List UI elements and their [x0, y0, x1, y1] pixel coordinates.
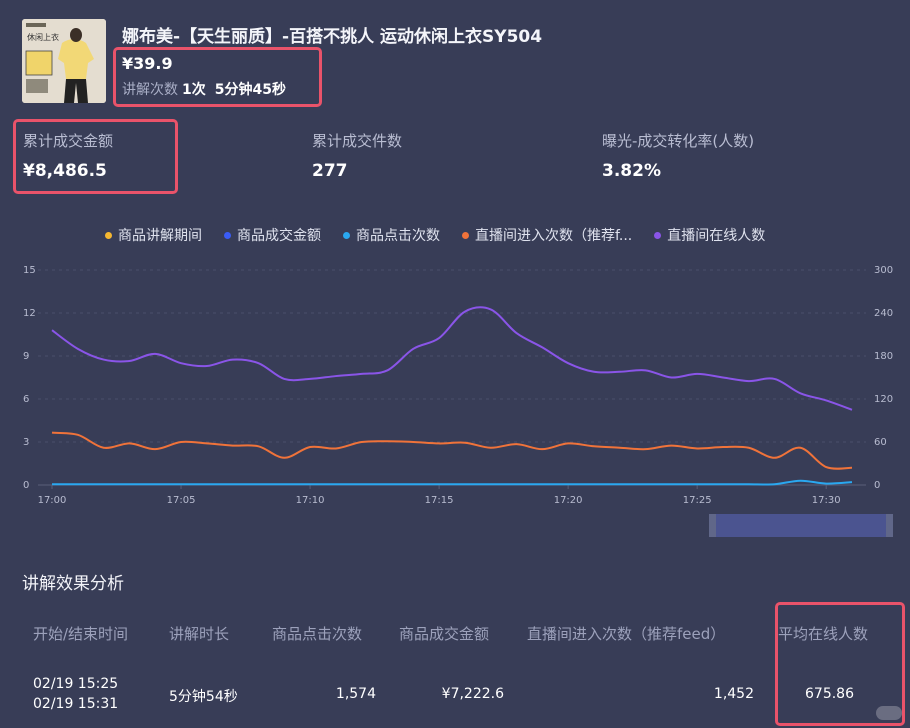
section-title: 讲解效果分析	[22, 574, 124, 594]
product-thumbnail[interactable]: 休闲上衣	[22, 19, 106, 103]
y-left-tick-label: 12	[23, 308, 36, 319]
table-row[interactable]: 02/19 15:25 02/19 15:31 5分钟54秒 1,574 ¥7,…	[0, 660, 910, 720]
col-header-gmv: 商品成交金额	[399, 625, 490, 643]
chart-grid	[38, 269, 866, 486]
x-tick-label: 17:05	[167, 495, 196, 506]
x-tick-label: 17:25	[683, 495, 712, 506]
product-title[interactable]: 娜布美-【天生丽质】-百搭不挑人 运动休闲上衣SY504	[122, 22, 542, 47]
series-line	[51, 306, 853, 411]
y-right-tick-label: 0	[874, 480, 880, 491]
legend-dot-icon	[105, 231, 112, 239]
col-header-entries: 直播间进入次数（推荐feed）	[527, 625, 726, 643]
cell-start-time: 02/19 15:25	[33, 676, 119, 692]
legend-label: 商品讲解期间	[118, 228, 202, 244]
series-line	[52, 479, 853, 486]
cell-duration: 5分钟54秒	[169, 689, 238, 705]
x-tick-label: 17:10	[296, 495, 325, 506]
x-tick-label: 17:30	[812, 495, 841, 506]
y-left-tick-label: 3	[23, 437, 29, 448]
legend-item-explain-period[interactable]: 商品讲解期间	[105, 225, 202, 245]
legend-dot-icon	[654, 231, 662, 239]
y-axis-left: 0 3 6 9 12 15	[23, 265, 36, 491]
y-right-tick-label: 300	[874, 265, 893, 276]
chart-legend: 商品讲解期间 商品成交金额 商品点击次数 直播间进入次数（推荐f... 直播间在…	[105, 225, 765, 245]
y-left-tick-label: 15	[23, 265, 36, 276]
price-highlight-box	[113, 47, 322, 107]
cell-clicks: 1,574	[335, 686, 376, 702]
y-axis-right: 0 60 120 180 240 300	[874, 265, 893, 491]
y-right-tick-label: 240	[874, 308, 893, 319]
x-axis: 17:00 17:05 17:10 17:15 17:20 17:25 17:30	[38, 485, 841, 506]
zoom-handle-right[interactable]	[886, 514, 893, 537]
y-right-tick-label: 60	[874, 437, 887, 448]
legend-item-entries[interactable]: 直播间进入次数（推荐f...	[462, 225, 632, 245]
stat-value-conversion: 3.82%	[602, 161, 661, 181]
cell-entries: 1,452	[713, 686, 754, 702]
x-tick-label: 17:20	[554, 495, 583, 506]
legend-label: 直播间进入次数（推荐f...	[475, 228, 633, 244]
zoom-slider-range[interactable]	[709, 514, 893, 537]
thumbnail-text: 休闲上衣	[27, 33, 59, 42]
y-left-tick-label: 0	[23, 480, 29, 491]
legend-item-online[interactable]: 直播间在线人数	[654, 225, 765, 245]
chart-series	[51, 306, 853, 486]
legend-dot-icon	[224, 231, 231, 239]
stat-label-units: 累计成交件数	[312, 132, 403, 150]
col-header-time: 开始/结束时间	[33, 625, 129, 643]
col-header-clicks: 商品点击次数	[272, 625, 363, 643]
series-line	[51, 431, 853, 470]
y-left-tick-label: 6	[23, 394, 29, 405]
stat-label-conversion: 曝光-成交转化率(人数)	[602, 132, 755, 150]
zoom-handle-left[interactable]	[709, 514, 716, 537]
cell-gmv: ¥7,222.6	[441, 686, 504, 702]
y-right-tick-label: 120	[874, 394, 893, 405]
legend-dot-icon	[462, 231, 469, 239]
trend-chart: 0 3 6 9 12 15 0 60 120 180 240 300 17:00 17:05 17:10…	[23, 265, 893, 506]
y-left-tick-label: 9	[23, 351, 29, 362]
legend-label: 商品成交金额	[237, 228, 321, 244]
gmv-highlight-box	[13, 119, 178, 194]
legend-item-clicks[interactable]: 商品点击次数	[343, 225, 440, 245]
watermark-badge	[876, 706, 902, 720]
col-header-duration: 讲解时长	[169, 625, 230, 643]
cell-end-time: 02/19 15:31	[33, 696, 119, 712]
legend-dot-icon	[343, 231, 350, 239]
y-right-tick-label: 180	[874, 351, 893, 362]
legend-label: 直播间在线人数	[667, 228, 766, 244]
x-tick-label: 17:15	[425, 495, 454, 506]
stat-value-units: 277	[312, 161, 348, 181]
x-tick-label: 17:00	[38, 495, 67, 506]
legend-label: 商品点击次数	[356, 228, 440, 244]
legend-item-gmv[interactable]: 商品成交金额	[224, 225, 321, 245]
